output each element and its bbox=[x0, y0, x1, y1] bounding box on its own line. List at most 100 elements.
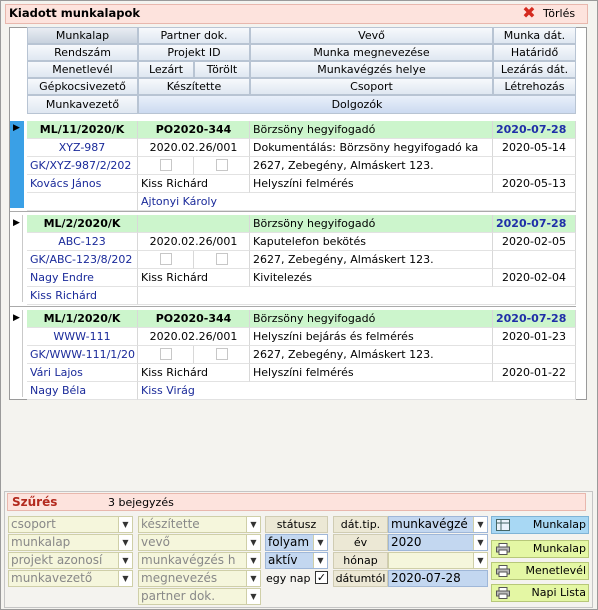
header-torolt[interactable]: Törölt bbox=[194, 61, 250, 78]
record-2-munkavegzes-helye[interactable]: 2627, Zebegény, Almáskert 123. bbox=[250, 251, 493, 269]
keszitette-select[interactable]: készítette ▼ bbox=[138, 516, 261, 533]
chevron-down-icon[interactable]: ▼ bbox=[313, 535, 327, 550]
record-1-munkavezeto[interactable] bbox=[27, 193, 138, 211]
partner-select[interactable]: partner dok. ▼ bbox=[138, 588, 261, 605]
record-1-csoport[interactable]: Helyszíni felmérés bbox=[250, 175, 493, 193]
chevron-down-icon[interactable]: ▼ bbox=[473, 553, 487, 568]
record-2-rendszam[interactable]: ABC-123 bbox=[27, 233, 138, 251]
record-3-menetlevel[interactable]: GK/WWW-111/1/20 bbox=[27, 346, 138, 364]
munkalap-button[interactable]: Munkalap bbox=[491, 516, 589, 534]
record-2-lezaras-dat[interactable] bbox=[493, 251, 576, 269]
megnevezes-select[interactable]: megnevezés ▼ bbox=[138, 570, 261, 587]
header-munkalap[interactable]: Munkalap bbox=[27, 27, 138, 44]
chevron-down-icon[interactable]: ▼ bbox=[246, 571, 260, 586]
dat-tip-select[interactable]: munkavégzé ▼ bbox=[388, 516, 488, 533]
record-2-gepkocsivezeto[interactable]: Nagy Endre bbox=[27, 269, 138, 287]
header-dolgozok[interactable]: Dolgozók bbox=[138, 95, 576, 114]
record-3-munka-dat[interactable]: 2020-07-28 bbox=[493, 310, 576, 328]
chevron-down-icon[interactable]: ▼ bbox=[246, 589, 260, 604]
egy-nap-checkbox[interactable]: ✓ bbox=[315, 571, 328, 584]
chevron-down-icon[interactable]: ▼ bbox=[118, 571, 132, 586]
chevron-down-icon[interactable]: ▼ bbox=[313, 553, 327, 568]
chevron-down-icon[interactable]: ▼ bbox=[118, 535, 132, 550]
chevron-down-icon[interactable]: ▼ bbox=[473, 535, 487, 550]
record-1-lezart-checkbox[interactable] bbox=[160, 159, 172, 171]
record-2-vevo[interactable]: Börzsöny hegyifogadó bbox=[250, 215, 493, 233]
header-partner-dok[interactable]: Partner dok. bbox=[138, 27, 250, 44]
record-3-munkalap[interactable]: ML/1/2020/K bbox=[27, 310, 138, 328]
record-1-selector[interactable]: ▶ bbox=[10, 121, 24, 208]
header-munka-dat[interactable]: Munka dát. bbox=[493, 27, 576, 44]
honap-select[interactable]: ▼ bbox=[388, 552, 488, 569]
record-1-munka-dat[interactable]: 2020-07-28 bbox=[493, 121, 576, 139]
record-1-partner-dok[interactable]: PO2020-344 bbox=[138, 121, 250, 139]
header-rendszam[interactable]: Rendszám bbox=[27, 44, 138, 61]
record-3-lezart-checkbox[interactable] bbox=[160, 348, 172, 360]
record-1-vevo[interactable]: Börzsöny hegyifogadó bbox=[250, 121, 493, 139]
chevron-down-icon[interactable]: ▼ bbox=[118, 517, 132, 532]
napi-lista-button[interactable]: Napi Lista bbox=[491, 584, 589, 602]
header-munkavezeto[interactable]: Munkavezető bbox=[27, 95, 138, 114]
header-vevo[interactable]: Vevő bbox=[250, 27, 493, 44]
record-1-rendszam[interactable]: XYZ-987 bbox=[27, 139, 138, 157]
record-1-menetlevel[interactable]: GK/XYZ-987/2/202 bbox=[27, 157, 138, 175]
record-3-keszitette[interactable]: Kiss Richárd bbox=[138, 364, 250, 382]
header-lezart[interactable]: Lezárt bbox=[138, 61, 194, 78]
record-1-projekt-id[interactable]: 2020.02.26/001 bbox=[138, 139, 250, 157]
record-1-torolt-checkbox[interactable] bbox=[216, 159, 228, 171]
menetlevel-button[interactable]: Menetlevél bbox=[491, 562, 589, 580]
record-3-torolt-checkbox[interactable] bbox=[216, 348, 228, 360]
projekt-select[interactable]: projekt azonosí ▼ bbox=[8, 552, 133, 569]
header-menetlevel[interactable]: Menetlevél bbox=[27, 61, 138, 78]
header-lezaras-dat[interactable]: Lezárás dát. bbox=[493, 61, 576, 78]
delete-button[interactable]: ✖ Törlés bbox=[521, 5, 585, 23]
record-2-munkavezeto[interactable]: Kiss Richárd bbox=[27, 287, 138, 305]
record-3-hatarido[interactable]: 2020-01-23 bbox=[493, 328, 576, 346]
record-2-projekt-id[interactable]: 2020.02.26/001 bbox=[138, 233, 250, 251]
munkavezeto-select[interactable]: munkavezető ▼ bbox=[8, 570, 133, 587]
record-3-rendszam[interactable]: WWW-111 bbox=[27, 328, 138, 346]
header-hatarido[interactable]: Határidő bbox=[493, 44, 576, 61]
record-2-munka-megnevezese[interactable]: Kaputelefon bekötés bbox=[250, 233, 493, 251]
header-csoport[interactable]: Csoport bbox=[250, 78, 493, 95]
chevron-down-icon[interactable]: ▼ bbox=[473, 517, 487, 532]
record-1-munkalap[interactable]: ML/11/2020/K bbox=[27, 121, 138, 139]
record-1-munka-megnevezese[interactable]: Dokumentálás: Börzsöny hegyifogadó ka bbox=[250, 139, 493, 157]
record-2-keszitette[interactable]: Kiss Richárd bbox=[138, 269, 250, 287]
record-2-partner-dok[interactable] bbox=[138, 215, 250, 233]
header-letrehozas[interactable]: Létrehozás bbox=[493, 78, 576, 95]
csoport-select[interactable]: csoport ▼ bbox=[8, 516, 133, 533]
munkalap-print-button[interactable]: Munkalap bbox=[491, 540, 589, 558]
record-2-menetlevel[interactable]: GK/ABC-123/8/202 bbox=[27, 251, 138, 269]
header-projekt-id[interactable]: Projekt ID bbox=[138, 44, 250, 61]
record-2-munka-dat[interactable]: 2020-07-28 bbox=[493, 215, 576, 233]
record-2-csoport[interactable]: Kivitelezés bbox=[250, 269, 493, 287]
record-2-lezart-checkbox[interactable] bbox=[160, 253, 172, 265]
record-1-gepkocsivezeto[interactable]: Kovács János bbox=[27, 175, 138, 193]
record-3-lezaras-dat[interactable] bbox=[493, 346, 576, 364]
record-2-hatarido[interactable]: 2020-02-05 bbox=[493, 233, 576, 251]
chevron-down-icon[interactable]: ▼ bbox=[246, 517, 260, 532]
record-3-munkavezeto[interactable]: Nagy Béla bbox=[27, 382, 138, 400]
record-1-keszitette[interactable]: Kiss Richárd bbox=[138, 175, 250, 193]
datumtol-input[interactable]: 2020-07-28 bbox=[388, 570, 488, 587]
munkavegzes-select[interactable]: munkavégzés h ▼ bbox=[138, 552, 261, 569]
record-2-torolt-checkbox[interactable] bbox=[216, 253, 228, 265]
chevron-down-icon[interactable]: ▼ bbox=[118, 553, 132, 568]
ev-select[interactable]: 2020 ▼ bbox=[388, 534, 488, 551]
record-3-munkavegzes-helye[interactable]: 2627, Zebegény, Almáskert 123. bbox=[250, 346, 493, 364]
header-keszitette[interactable]: Készítette bbox=[138, 78, 250, 95]
record-3-dolgozok[interactable]: Kiss Virág bbox=[138, 382, 576, 400]
record-3-selector[interactable]: ▶ bbox=[10, 310, 23, 397]
munkalap-select[interactable]: munkalap ▼ bbox=[8, 534, 133, 551]
vevo-select[interactable]: vevő ▼ bbox=[138, 534, 261, 551]
header-munka-megnevezese[interactable]: Munka megnevezése bbox=[250, 44, 493, 61]
record-1-lezaras-dat[interactable] bbox=[493, 157, 576, 175]
record-2-dolgozok[interactable] bbox=[138, 287, 576, 305]
record-3-csoport[interactable]: Helyszíni felmérés bbox=[250, 364, 493, 382]
record-3-munka-megnevezese[interactable]: Helyszíni bejárás és felmérés bbox=[250, 328, 493, 346]
record-2-munkalap[interactable]: ML/2/2020/K bbox=[27, 215, 138, 233]
record-2-selector[interactable]: ▶ bbox=[10, 215, 23, 302]
statusz-select-1[interactable]: folyam ▼ bbox=[265, 534, 328, 551]
record-3-gepkocsivezeto[interactable]: Vári Lajos bbox=[27, 364, 138, 382]
